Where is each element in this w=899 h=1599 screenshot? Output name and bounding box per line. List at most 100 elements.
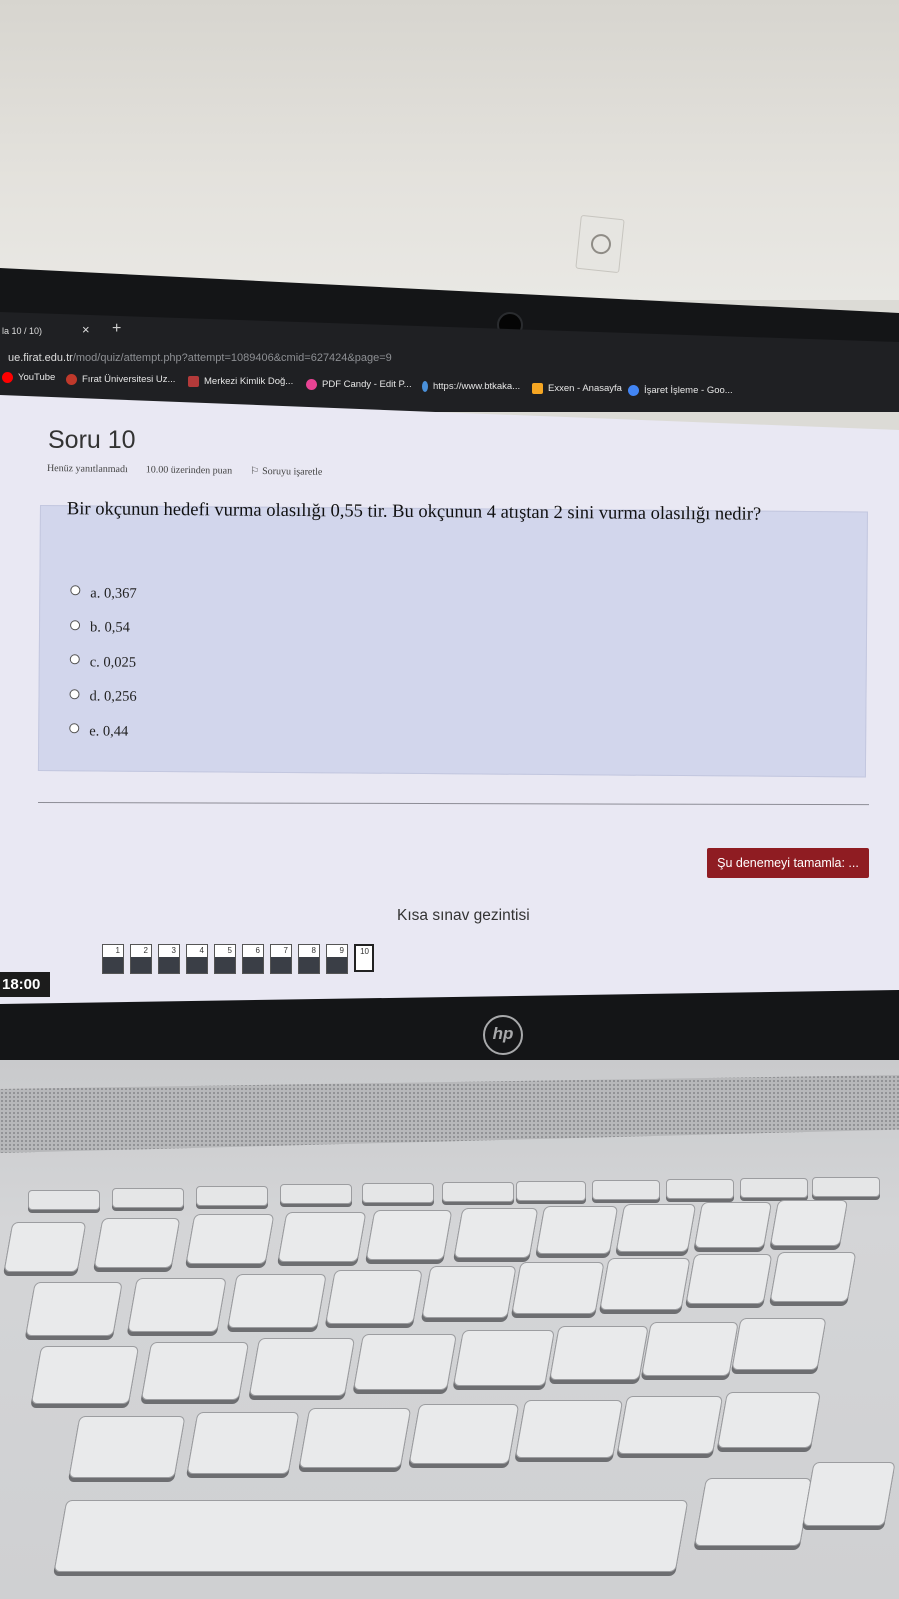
nav-page-button[interactable]: 6 bbox=[242, 944, 264, 974]
fkey bbox=[666, 1179, 734, 1199]
exxen-icon bbox=[532, 383, 543, 394]
question-info: Henüz yanıtlanmadı 10.00 üzerinden puan … bbox=[47, 463, 323, 478]
key bbox=[25, 1282, 123, 1336]
bookmark-youtube[interactable]: YouTube bbox=[2, 372, 55, 383]
fkey bbox=[112, 1188, 184, 1208]
key bbox=[93, 1218, 181, 1268]
flag-question-link[interactable]: ⚐ Soruyu işaretle bbox=[250, 466, 322, 478]
nav-page-button-current[interactable]: 10 bbox=[354, 944, 374, 972]
radio-button[interactable] bbox=[69, 654, 80, 665]
key bbox=[535, 1206, 619, 1254]
key bbox=[717, 1392, 821, 1448]
nav-page-button[interactable]: 9 bbox=[326, 944, 348, 974]
question-text: Bir okçunun hedefi vurma olasılığı 0,55 … bbox=[66, 499, 762, 525]
btk-icon bbox=[422, 381, 428, 392]
fkey bbox=[516, 1181, 586, 1201]
key bbox=[140, 1342, 250, 1400]
key bbox=[615, 1204, 697, 1252]
key bbox=[693, 1202, 773, 1248]
answer-option-e[interactable]: e. 0,44 bbox=[69, 714, 136, 749]
taskbar-clock: 18:00 bbox=[0, 972, 50, 997]
quiz-navigation-title: Kısa sınav gezintisi bbox=[397, 907, 530, 924]
nav-page-button[interactable]: 2 bbox=[130, 944, 152, 974]
fkey bbox=[442, 1182, 514, 1202]
bookmark-btkakademi[interactable]: https://www.btkaka... bbox=[422, 381, 520, 392]
answer-option-d[interactable]: d. 0,256 bbox=[69, 680, 137, 715]
key bbox=[769, 1252, 857, 1302]
nav-page-button[interactable]: 3 bbox=[158, 944, 180, 974]
fkey bbox=[28, 1190, 100, 1210]
divider bbox=[37, 802, 869, 806]
fkey bbox=[592, 1180, 660, 1200]
bookmark-kimlik[interactable]: Merkezi Kimlik Doğ... bbox=[188, 376, 293, 387]
youtube-icon bbox=[2, 372, 13, 383]
laptop-lower-bezel bbox=[0, 990, 899, 1070]
key bbox=[599, 1258, 691, 1310]
answer-option-b[interactable]: b. 0,54 bbox=[70, 611, 137, 646]
key bbox=[802, 1462, 896, 1526]
kimlik-icon bbox=[188, 376, 199, 387]
google-drive-icon bbox=[628, 385, 639, 396]
address-path: /mod/quiz/attempt.php?attempt=1089406&cm… bbox=[72, 352, 392, 364]
answer-option-a[interactable]: a. 0,367 bbox=[70, 576, 137, 611]
key bbox=[227, 1274, 327, 1328]
fkey bbox=[812, 1177, 880, 1197]
quiz-navigation: 1 2 3 4 5 6 7 8 9 10 bbox=[102, 944, 374, 974]
radio-button[interactable] bbox=[70, 585, 81, 596]
tab-close-icon[interactable]: × bbox=[82, 322, 90, 337]
key bbox=[408, 1404, 520, 1464]
key bbox=[68, 1416, 186, 1478]
address-bar[interactable]: ue.firat.edu.tr/mod/quiz/attempt.php?att… bbox=[8, 352, 392, 364]
bookmark-exxen[interactable]: Exxen - Anasayfa bbox=[532, 383, 622, 394]
fkey bbox=[740, 1178, 808, 1198]
question-title: Soru 10 bbox=[48, 426, 136, 454]
bookmark-isaret-isleme[interactable]: İşaret İşleme - Goo... bbox=[628, 385, 733, 396]
key bbox=[549, 1326, 649, 1380]
nav-page-button[interactable]: 5 bbox=[214, 944, 236, 974]
new-tab-icon[interactable]: + bbox=[112, 320, 121, 338]
radio-button[interactable] bbox=[69, 723, 80, 734]
key bbox=[325, 1270, 423, 1324]
key bbox=[453, 1208, 539, 1258]
key bbox=[53, 1500, 689, 1572]
fkey bbox=[196, 1186, 268, 1206]
finish-attempt-button[interactable]: Şu denemeyi tamamla: ... bbox=[707, 848, 869, 878]
pdfcandy-icon bbox=[306, 379, 317, 390]
key bbox=[127, 1278, 227, 1332]
question-status: Henüz yanıtlanmadı bbox=[46, 463, 128, 476]
question-points: 10.00 üzerinden puan bbox=[145, 464, 233, 477]
key bbox=[685, 1254, 773, 1304]
key bbox=[365, 1210, 453, 1260]
key bbox=[511, 1262, 605, 1314]
key bbox=[277, 1212, 367, 1262]
light-switch bbox=[575, 214, 625, 274]
key bbox=[30, 1346, 140, 1404]
browser-tab-title[interactable]: la 10 / 10) bbox=[2, 326, 42, 336]
key bbox=[731, 1318, 827, 1370]
quiz-page: Soru 10 Henüz yanıtlanmadı 10.00 üzerind… bbox=[0, 395, 899, 1005]
key bbox=[248, 1338, 356, 1396]
bookmark-firat[interactable]: Fırat Üniversitesi Uz... bbox=[66, 374, 175, 385]
key bbox=[641, 1322, 739, 1376]
key bbox=[298, 1408, 412, 1468]
fkey bbox=[362, 1183, 434, 1203]
radio-button[interactable] bbox=[70, 619, 81, 631]
key bbox=[453, 1330, 555, 1386]
question-box: Bir okçunun hedefi vurma olasılığı 0,55 … bbox=[37, 499, 868, 778]
nav-page-button[interactable]: 1 bbox=[102, 944, 124, 974]
fkey bbox=[280, 1184, 352, 1204]
answer-list: a. 0,367 b. 0,54 c. 0,025 d. 0,256 e. 0,… bbox=[69, 576, 137, 749]
flag-icon: ⚐ bbox=[250, 465, 260, 477]
key bbox=[616, 1396, 724, 1454]
nav-page-button[interactable]: 4 bbox=[186, 944, 208, 974]
key bbox=[353, 1334, 457, 1390]
hp-logo: hp bbox=[483, 1015, 523, 1055]
nav-page-button[interactable]: 7 bbox=[270, 944, 292, 974]
nav-page-button[interactable]: 8 bbox=[298, 944, 320, 974]
key bbox=[3, 1222, 87, 1272]
key bbox=[421, 1266, 517, 1318]
radio-button[interactable] bbox=[69, 688, 80, 700]
key bbox=[186, 1412, 300, 1474]
bookmark-pdfcandy[interactable]: PDF Candy - Edit P... bbox=[306, 379, 412, 390]
answer-option-c[interactable]: c. 0,025 bbox=[69, 645, 137, 680]
